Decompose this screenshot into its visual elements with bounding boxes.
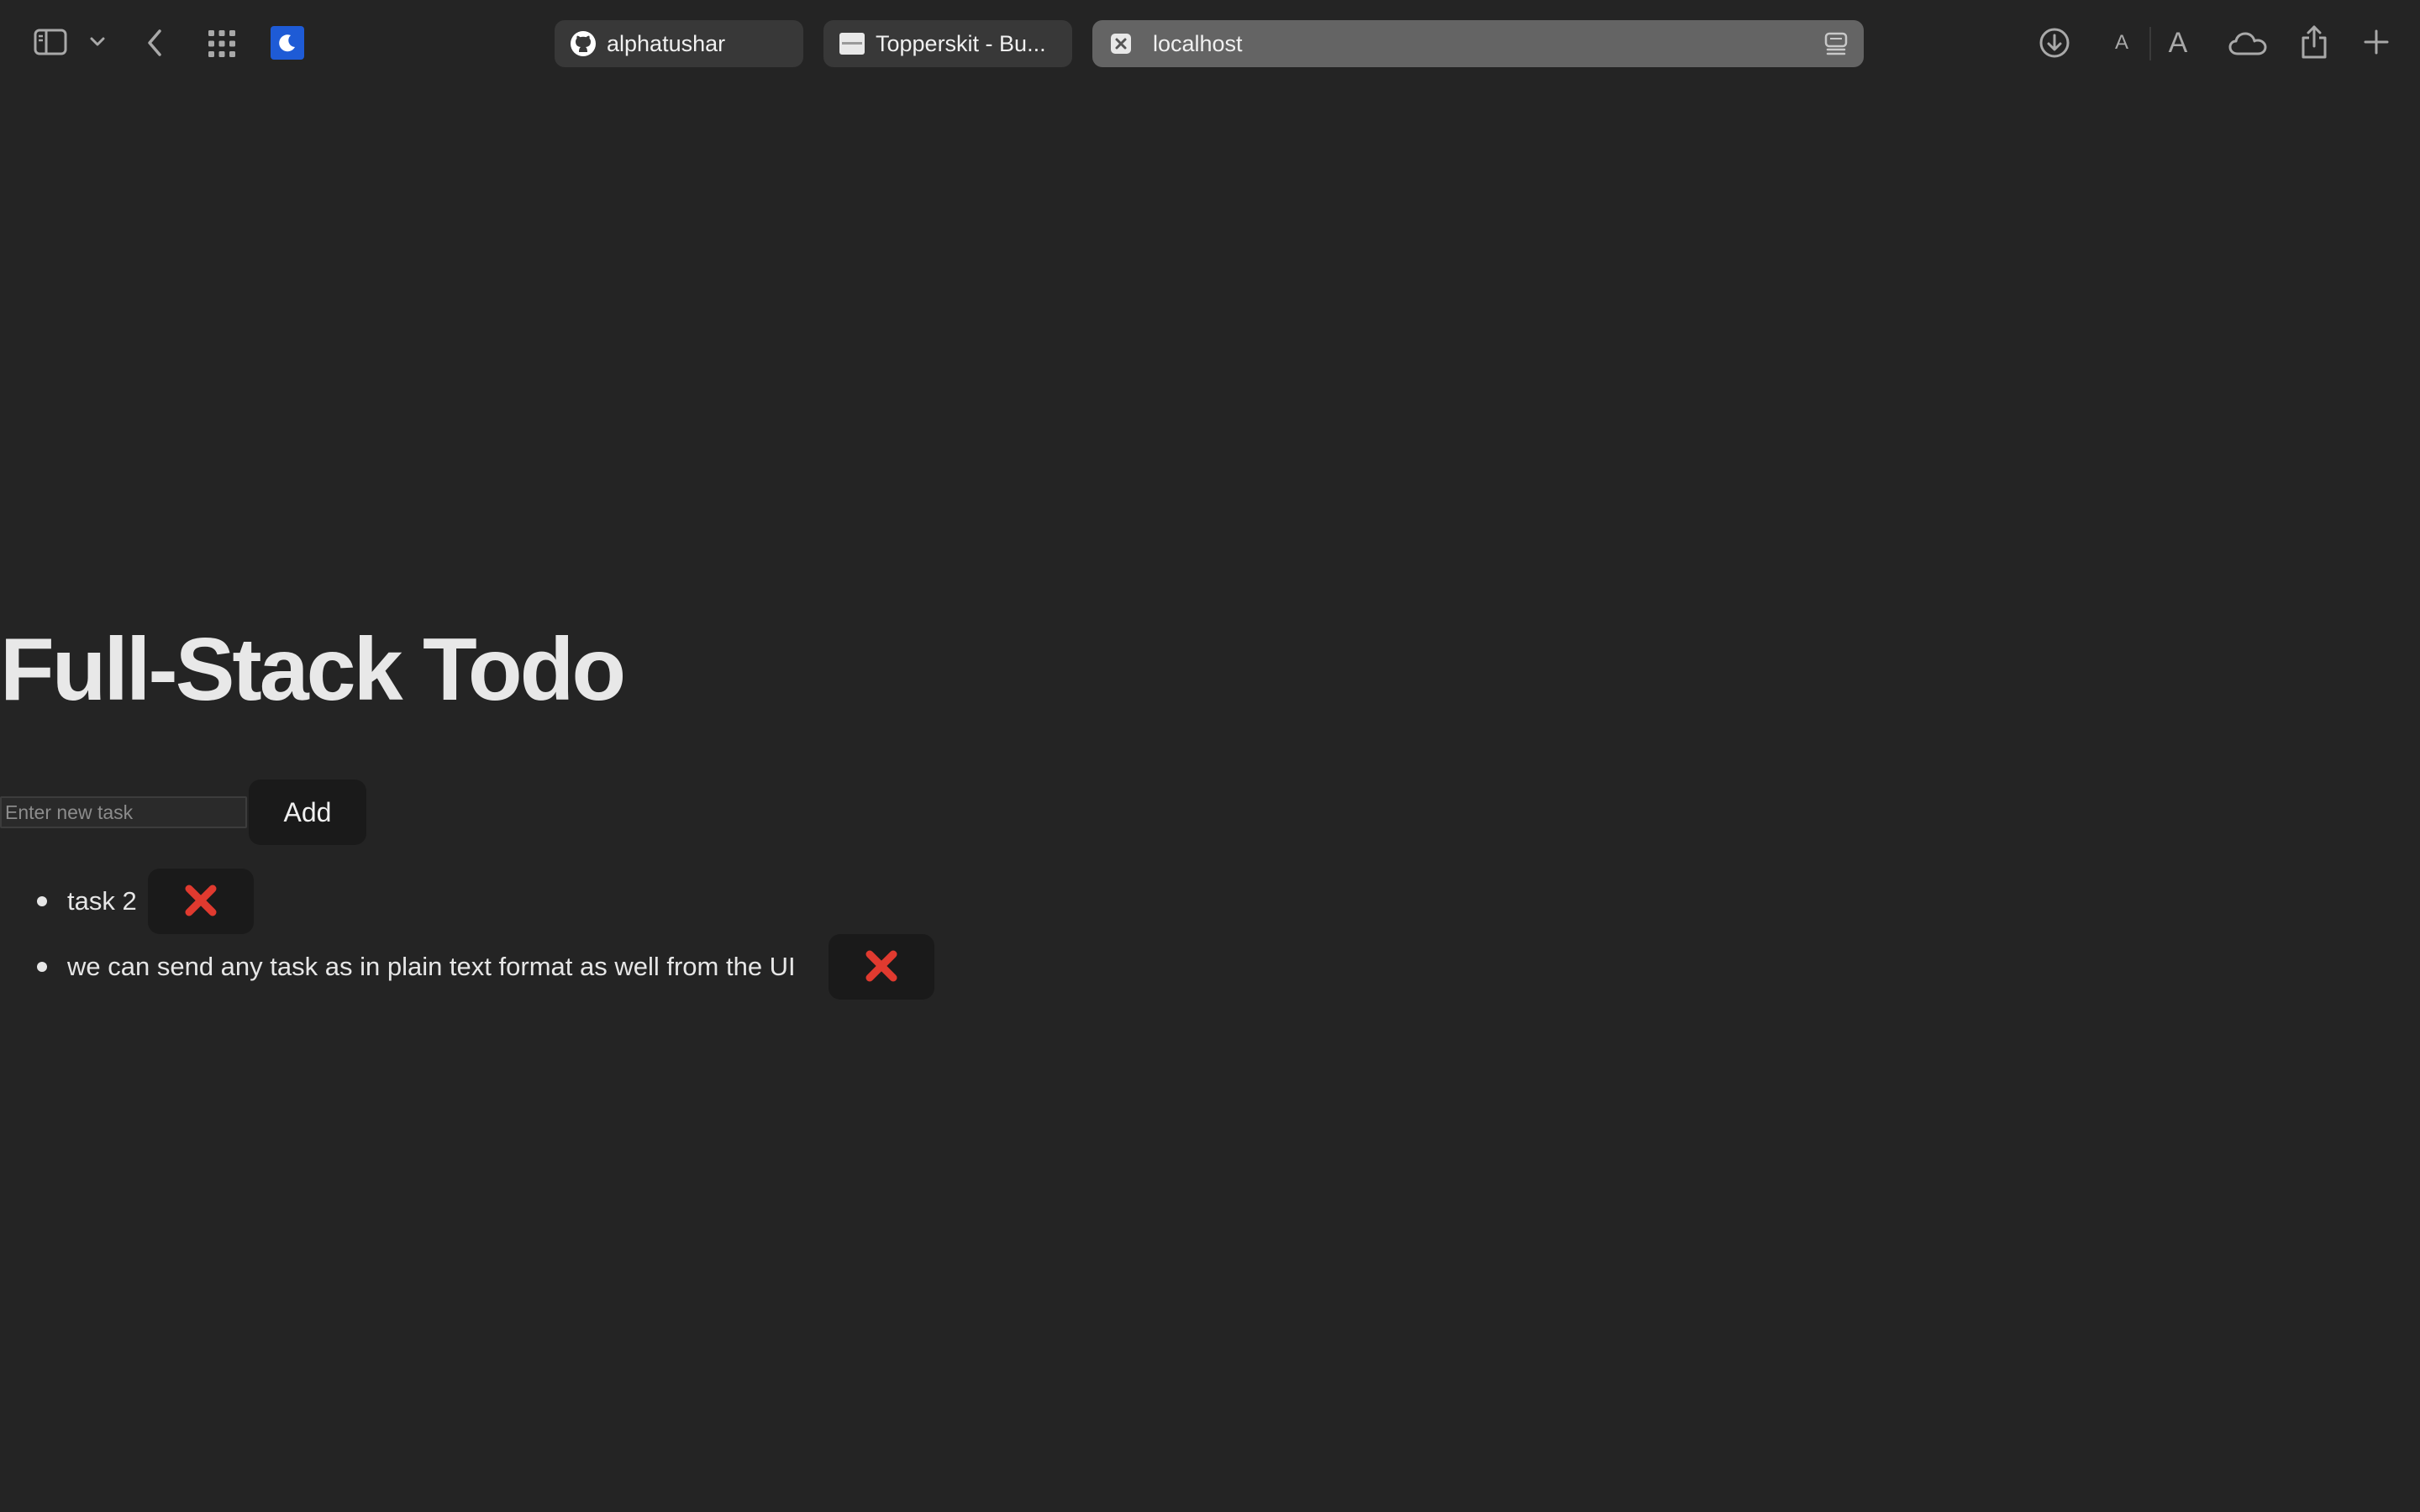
sidebar-icon[interactable] <box>32 25 69 59</box>
text-larger-icon[interactable]: A <box>2161 24 2195 62</box>
github-icon <box>570 30 597 57</box>
bullet <box>37 962 47 972</box>
download-icon[interactable] <box>2037 25 2072 60</box>
text-smaller-icon[interactable]: A <box>2107 27 2136 59</box>
tab-alphatushar[interactable]: alphatushar <box>555 20 803 67</box>
add-button[interactable]: Add <box>249 780 366 845</box>
page-content: Full-Stack Todo Add task 2 we can send a… <box>0 87 2420 1512</box>
site-favicon <box>839 30 865 57</box>
dark-mode-extension-icon[interactable] <box>271 26 304 60</box>
tab-label: Topperskit - Bu... <box>876 30 1046 56</box>
new-task-input[interactable] <box>0 796 247 828</box>
browser-toolbar: alphatushar Topperskit - Bu... localhost… <box>0 0 2420 87</box>
cross-mark-icon <box>864 948 899 986</box>
divider <box>2149 27 2151 60</box>
close-icon[interactable] <box>1107 30 1134 57</box>
reader-icon[interactable] <box>1823 31 1849 62</box>
todo-text: task 2 <box>67 886 137 916</box>
back-icon[interactable] <box>141 25 168 60</box>
icloud-icon[interactable] <box>2227 27 2269 60</box>
tab-localhost[interactable]: localhost <box>1092 20 1864 67</box>
share-icon[interactable] <box>2297 22 2331 62</box>
tab-label: alphatushar <box>607 30 726 56</box>
todo-text: we can send any task as in plain text fo… <box>67 952 796 981</box>
delete-button[interactable] <box>829 934 934 1000</box>
tab-label: localhost <box>1153 30 1243 56</box>
bullet <box>37 896 47 906</box>
new-tab-icon[interactable] <box>2360 25 2393 59</box>
tab-overview-icon[interactable] <box>205 27 239 60</box>
delete-button[interactable] <box>148 869 254 934</box>
page-title: Full-Stack Todo <box>0 620 626 719</box>
tab-topperskit[interactable]: Topperskit - Bu... <box>823 20 1072 67</box>
chevron-down-icon[interactable] <box>87 32 108 52</box>
cross-mark-icon <box>183 883 218 921</box>
